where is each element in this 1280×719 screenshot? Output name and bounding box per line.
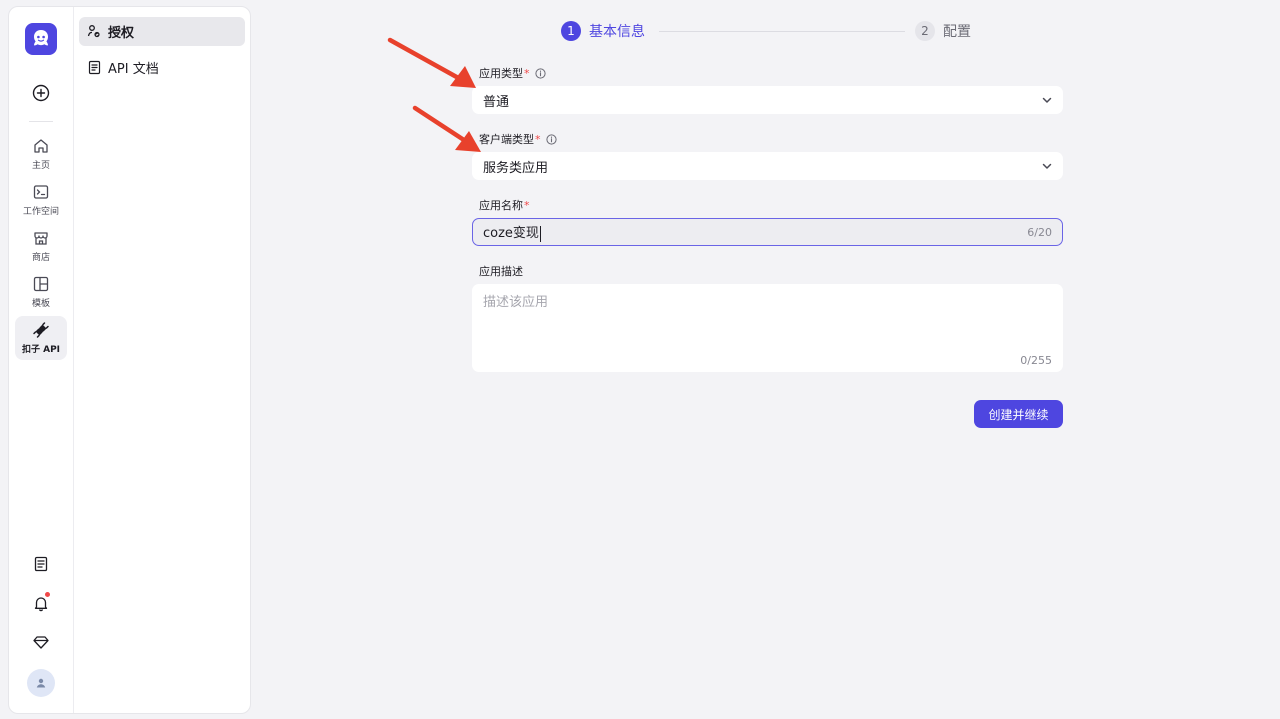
terminal-icon bbox=[33, 185, 49, 199]
rail-item-home[interactable]: 主页 bbox=[15, 132, 67, 176]
avatar[interactable] bbox=[27, 669, 55, 697]
app-name-label: 应用名称 * bbox=[479, 198, 530, 213]
docs-button[interactable] bbox=[27, 550, 55, 578]
notification-badge bbox=[44, 591, 51, 598]
client-type-value: 服务类应用 bbox=[483, 160, 549, 176]
rail-item-label: 商店 bbox=[31, 253, 50, 263]
template-icon bbox=[33, 276, 49, 292]
app-desc-label: 应用描述 bbox=[479, 265, 523, 278]
logo-icon bbox=[34, 30, 48, 46]
stepper: 1 基本信息 2 配置 bbox=[561, 20, 976, 42]
step-2-title: 配置 bbox=[943, 24, 971, 40]
rail-item-store[interactable]: 商店 bbox=[15, 224, 67, 268]
step-connector bbox=[659, 30, 905, 32]
chevron-down-icon bbox=[1042, 97, 1052, 103]
step-1-title: 基本信息 bbox=[589, 24, 645, 40]
diamond-icon bbox=[33, 636, 49, 649]
client-type-label: 客户端类型 * bbox=[472, 130, 1063, 148]
rail-item-label: 主页 bbox=[31, 161, 50, 171]
home-icon bbox=[34, 139, 48, 153]
app-name-char-count: 6/20 bbox=[1027, 225, 1052, 239]
step-2-number: 2 bbox=[915, 21, 935, 41]
store-icon bbox=[34, 232, 48, 245]
rail-item-workspace[interactable]: 工作空间 bbox=[15, 178, 67, 222]
chevron-down-icon bbox=[1042, 163, 1052, 169]
plus-circle-icon bbox=[32, 84, 50, 102]
key-user-icon bbox=[87, 25, 100, 38]
required-mark: * bbox=[535, 132, 541, 146]
rail-bottom bbox=[9, 550, 73, 697]
user-icon bbox=[36, 678, 46, 688]
rail-item-label: 扣子 API bbox=[21, 345, 61, 355]
app-type-value: 普通 bbox=[483, 94, 510, 110]
app-desc-placeholder: 描述该应用 bbox=[483, 295, 549, 310]
client-type-select[interactable]: 服务类应用 bbox=[472, 152, 1063, 180]
primary-rail: 主页 工作空间 商店 模板 扣子 API bbox=[9, 7, 74, 713]
subnav-item-auth[interactable]: 授权 bbox=[79, 17, 245, 46]
required-mark: * bbox=[524, 198, 530, 212]
app-desc-char-count: 0/255 bbox=[1020, 354, 1052, 367]
info-icon[interactable] bbox=[545, 133, 557, 145]
rail-item-label: 工作空间 bbox=[22, 207, 59, 217]
create-button[interactable] bbox=[27, 79, 55, 107]
rail-item-label: 模板 bbox=[31, 299, 50, 309]
rail-item-coze-api[interactable]: 扣子 API bbox=[15, 316, 67, 360]
subnav-item-api-docs[interactable]: API 文档 bbox=[79, 53, 245, 82]
annotation-arrow-icon bbox=[387, 37, 476, 88]
sidebar-panel: 主页 工作空间 商店 模板 扣子 API 授权 API 文档 bbox=[8, 6, 251, 714]
step-1-number: 1 bbox=[561, 21, 581, 41]
subnav-item-label: API 文档 bbox=[108, 62, 159, 77]
info-icon[interactable] bbox=[534, 67, 546, 79]
document-icon bbox=[34, 556, 48, 572]
app-logo[interactable] bbox=[25, 23, 57, 55]
create-app-form: 应用类型 * 普通 客户端类型 * 服务类应用 应用名称 * coze变现 6/20 … bbox=[472, 64, 1063, 372]
app-type-label: 应用类型 * bbox=[472, 64, 1063, 82]
app-type-select[interactable]: 普通 bbox=[472, 86, 1063, 114]
document-icon bbox=[88, 60, 101, 75]
subnav-item-label: 授权 bbox=[108, 26, 135, 41]
plug-icon bbox=[33, 322, 49, 338]
app-name-value: coze变现 bbox=[483, 226, 539, 242]
premium-button[interactable] bbox=[27, 628, 55, 656]
app-name-input[interactable]: coze变现 6/20 bbox=[472, 218, 1063, 246]
text-caret bbox=[539, 225, 541, 242]
notification-button[interactable] bbox=[27, 589, 55, 617]
secondary-nav: 授权 API 文档 bbox=[74, 7, 250, 713]
required-mark: * bbox=[524, 66, 530, 80]
app-desc-textarea[interactable]: 描述该应用 0/255 bbox=[472, 284, 1063, 372]
rail-divider bbox=[29, 121, 53, 122]
create-and-continue-button[interactable]: 创建并继续 bbox=[974, 400, 1063, 428]
rail-item-template[interactable]: 模板 bbox=[15, 270, 67, 314]
